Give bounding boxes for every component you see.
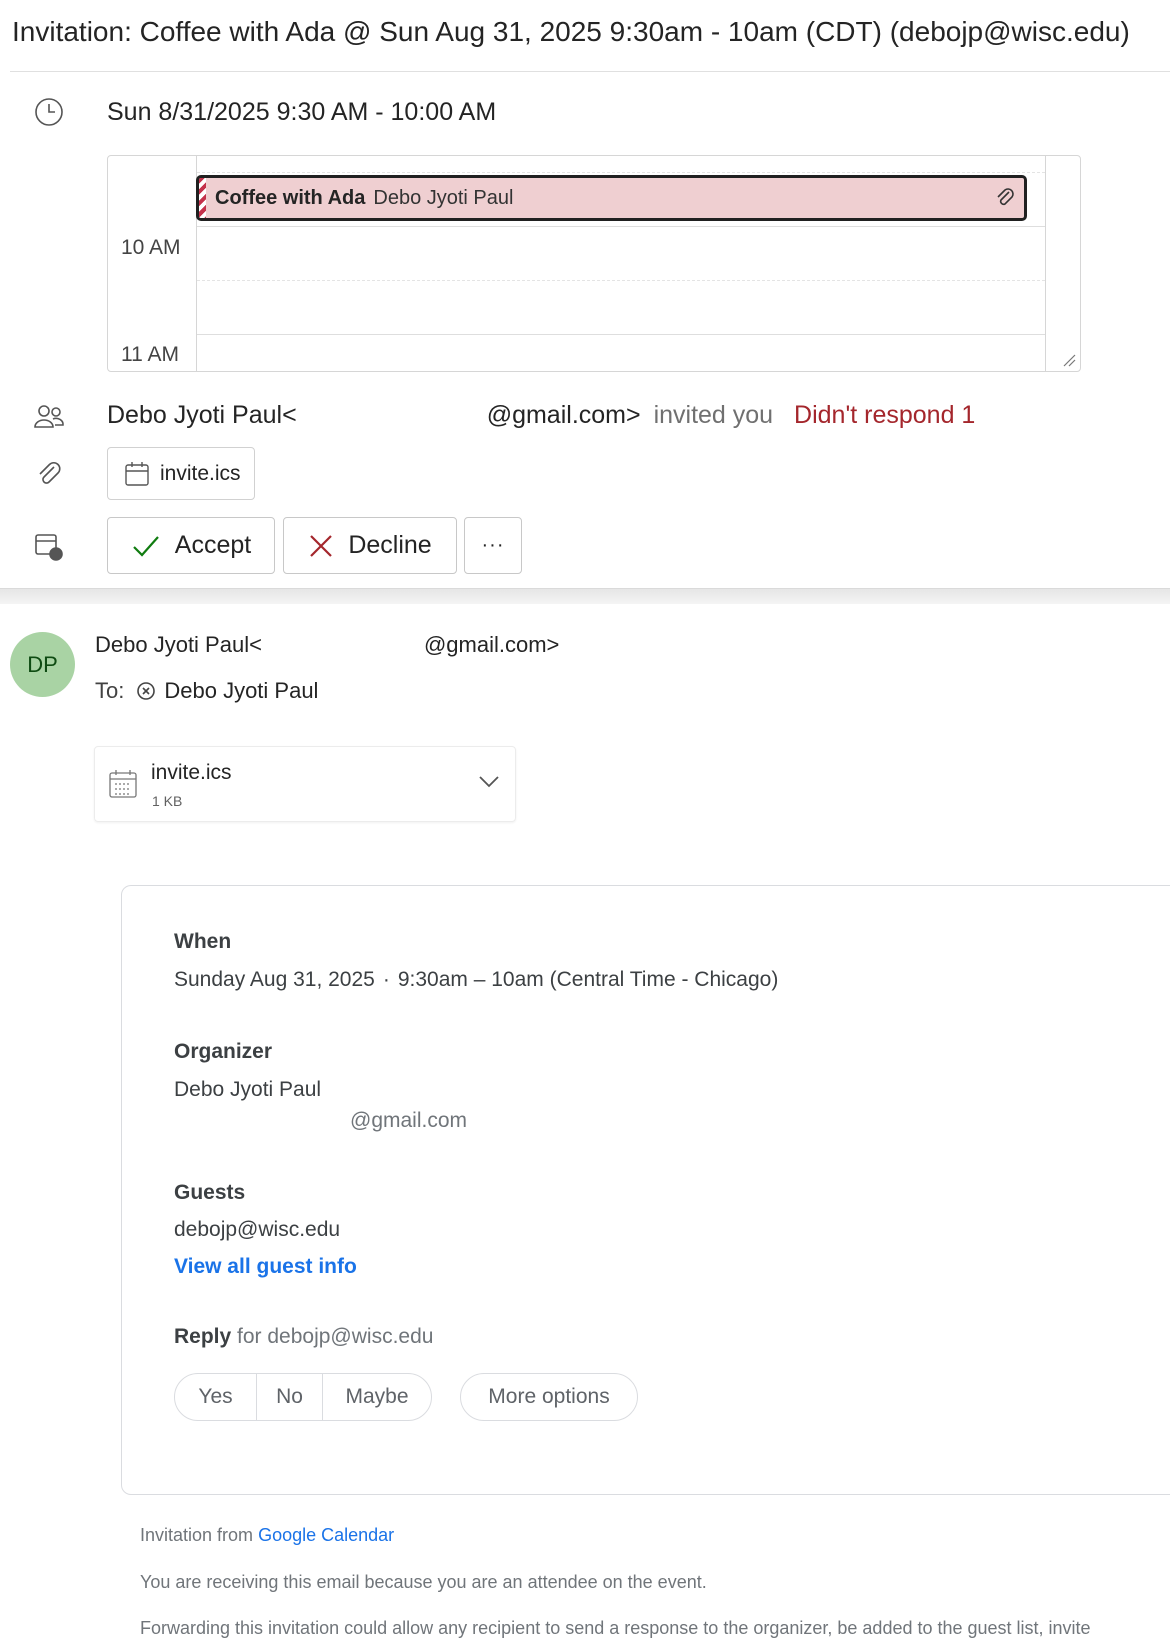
- attachment-size: 1 KB: [152, 793, 183, 809]
- tentative-stripe: [199, 178, 206, 218]
- calendar-event-block[interactable]: Coffee with Ada Debo Jyoti Paul: [196, 175, 1027, 221]
- calendar-file-icon: [125, 461, 149, 486]
- calendar-preview: 10 AM 11 AM Coffee with Ada Debo Jyoti P…: [107, 155, 1081, 372]
- guests-label: Guests: [174, 1181, 246, 1204]
- view-guest-info-link[interactable]: View all guest info: [174, 1255, 357, 1279]
- when-value: Sunday Aug 31, 2025 · 9:30am – 10am (Centr…: [174, 968, 778, 992]
- when-label: When: [174, 930, 232, 953]
- accept-button[interactable]: Accept: [107, 517, 275, 574]
- people-icon: [33, 401, 65, 433]
- clock-icon: [33, 96, 65, 128]
- rsvp-maybe-button[interactable]: Maybe: [322, 1374, 431, 1420]
- section-divider: [0, 588, 1170, 604]
- accept-label: Accept: [174, 531, 252, 559]
- rsvp-more-options-button[interactable]: More options: [460, 1373, 638, 1421]
- resize-handle-icon[interactable]: [1062, 353, 1076, 367]
- response-status[interactable]: Didn't respond 1: [794, 401, 975, 429]
- organizer-email: @gmail.com: [174, 1109, 467, 1133]
- reply-for-text: for debojp@wisc.edu: [237, 1325, 434, 1348]
- organizer-email-domain: @gmail.com: [350, 1109, 468, 1132]
- when-date: Sunday Aug 31, 2025: [174, 968, 375, 991]
- sender-name: Debo Jyoti Paul<: [95, 632, 262, 657]
- to-label: To:: [95, 678, 125, 703]
- more-actions-button[interactable]: ···: [464, 517, 522, 574]
- attachment-name: invite.ics: [160, 461, 241, 485]
- reply-label: Reply: [174, 1325, 232, 1348]
- paperclip-icon: [33, 458, 65, 490]
- event-organizer: Debo Jyoti Paul: [373, 186, 514, 209]
- rsvp-yes-button[interactable]: Yes: [175, 1374, 256, 1420]
- organizer-name: Debo Jyoti Paul: [174, 1078, 322, 1101]
- forwarding-warning-text: Forwarding this invitation could allow a…: [140, 1618, 1091, 1638]
- invitation-summary: Debo Jyoti Paul< @gmail.com> invited you …: [107, 401, 975, 430]
- sender-email-domain: @gmail.com>: [423, 632, 560, 657]
- attachment-name: invite.ics: [151, 761, 232, 784]
- declined-circle-icon: [137, 682, 156, 700]
- when-time: 9:30am – 10am (Central Time - Chicago): [397, 968, 779, 991]
- attachment-chip[interactable]: invite.ics: [107, 447, 255, 500]
- half-hour-line: [197, 280, 1045, 281]
- hour-line: [197, 334, 1045, 335]
- hour-label-10am: 10 AM: [121, 236, 181, 259]
- rsvp-no-button[interactable]: No: [256, 1374, 322, 1420]
- close-icon: [310, 534, 333, 557]
- organizer-label: Organizer: [174, 1040, 273, 1063]
- half-hour-line: [197, 172, 1045, 173]
- guest-email[interactable]: debojp@wisc.edu: [174, 1218, 340, 1242]
- calendar-reply-icon: [33, 530, 65, 562]
- hour-label-11am: 11 AM: [121, 343, 179, 366]
- reply-heading: Reply for debojp@wisc.edu: [174, 1325, 433, 1349]
- recipient-line: To: Debo Jyoti Paul: [95, 678, 318, 704]
- decline-label: Decline: [348, 531, 432, 559]
- avatar[interactable]: DP: [10, 632, 75, 697]
- checkmark-icon: [133, 535, 159, 557]
- rsvp-button-group: Yes No Maybe: [174, 1373, 432, 1421]
- subject-divider: [10, 71, 1170, 72]
- chevron-down-icon[interactable]: [477, 773, 501, 789]
- google-calendar-invite-card: When Sunday Aug 31, 2025 · 9:30am – 10am (…: [121, 885, 1170, 1495]
- separator-dot: ·: [382, 968, 390, 991]
- event-title: Coffee with Ada: [215, 186, 366, 209]
- sender-line[interactable]: Debo Jyoti Paul< @gmail.com>: [95, 632, 559, 658]
- recipient-name[interactable]: Debo Jyoti Paul: [164, 678, 318, 704]
- decline-button[interactable]: Decline: [283, 517, 457, 574]
- event-time-range: Sun 8/31/2025 9:30 AM - 10:00 AM: [107, 98, 497, 126]
- attachment-card[interactable]: invite.ics 1 KB: [94, 746, 516, 822]
- organizer-name[interactable]: Debo Jyoti Paul<: [107, 401, 297, 429]
- paperclip-icon: [994, 186, 1016, 215]
- organizer-email-domain: @gmail.com>: [486, 401, 641, 429]
- attendee-reason-text: You are receiving this email because you…: [140, 1572, 707, 1592]
- invitation-from-text: Invitation from: [140, 1525, 254, 1545]
- google-calendar-link[interactable]: Google Calendar: [258, 1525, 394, 1545]
- invited-you-text: invited you: [653, 401, 774, 429]
- message-subject: Invitation: Coffee with Ada @ Sun Aug 31…: [12, 16, 1130, 47]
- hour-line: [197, 226, 1045, 227]
- calendar-file-icon: [109, 770, 137, 798]
- invitation-source: Invitation from Google Calendar: [140, 1525, 394, 1546]
